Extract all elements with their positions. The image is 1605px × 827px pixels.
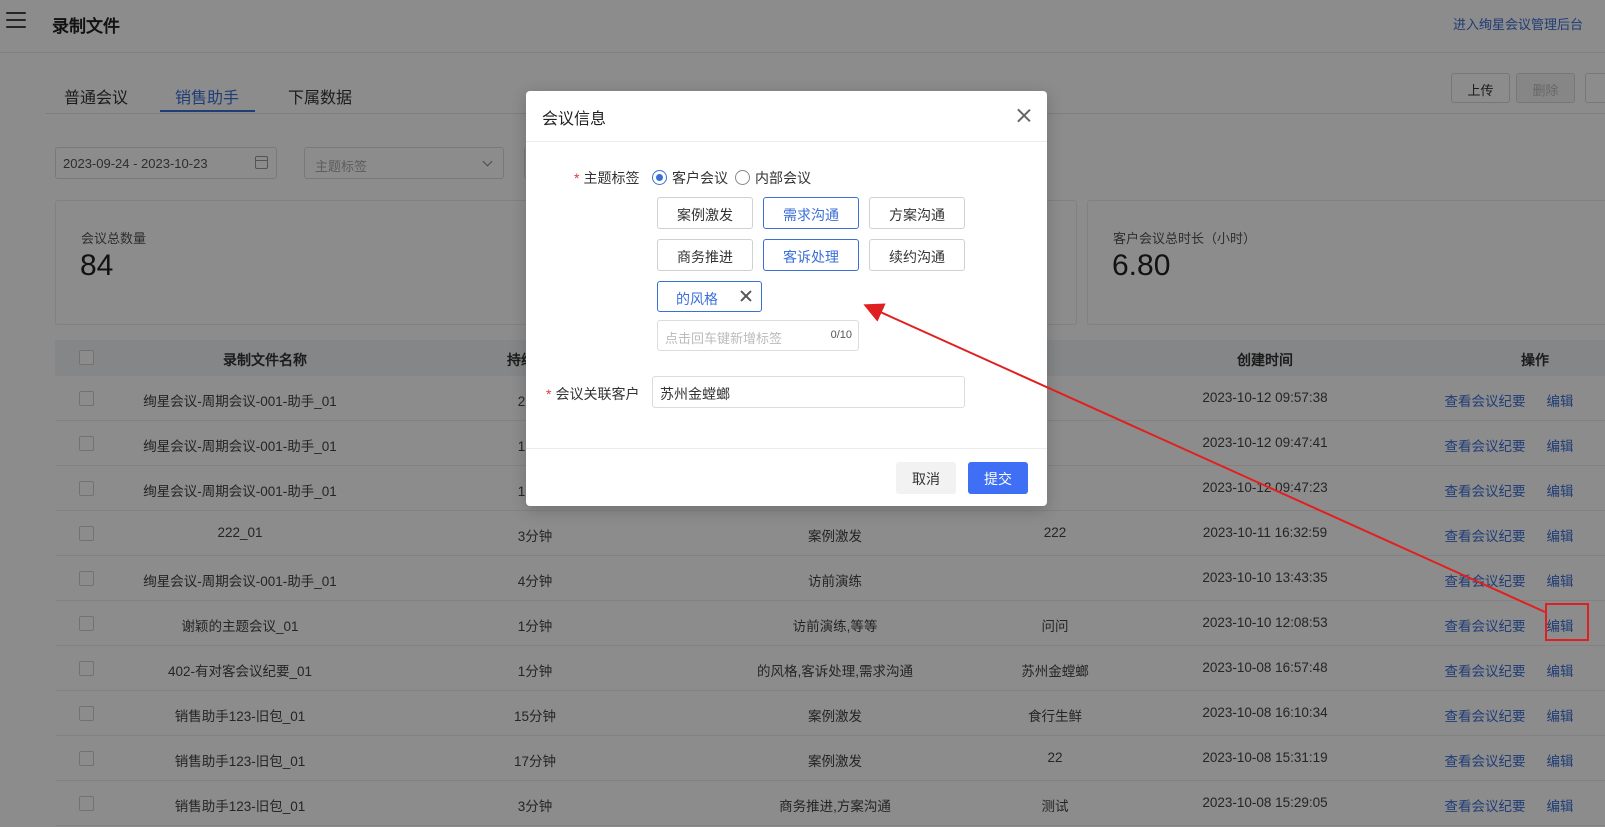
new-tag-placeholder: 点击回车键新增标签 bbox=[665, 331, 783, 346]
customer-label: * 会议关联客户 bbox=[546, 384, 639, 404]
dialog-header: 会议信息 bbox=[526, 91, 1047, 142]
tag-solution-communication[interactable]: 方案沟通 bbox=[869, 197, 965, 229]
customer-field[interactable]: 苏州金螳螂 bbox=[652, 376, 965, 408]
radio-customer-meeting[interactable]: 客户会议 bbox=[652, 168, 728, 188]
meeting-info-dialog: 会议信息 * 主题标签 客户会议 内部会议 案例激发 需求沟通 方案沟通 商务推进… bbox=[526, 91, 1047, 506]
custom-tag[interactable]: 的风格 bbox=[657, 281, 762, 312]
customer-label-text: 会议关联客户 bbox=[555, 386, 640, 402]
tag-char-counter: 0/10 bbox=[830, 329, 852, 341]
dialog-footer: 取消 提交 bbox=[526, 448, 1047, 506]
submit-button[interactable]: 提交 bbox=[968, 462, 1028, 494]
dialog-title: 会议信息 bbox=[542, 111, 607, 128]
radio-customer-label: 客户会议 bbox=[672, 170, 728, 186]
tag-business-advance[interactable]: 商务推进 bbox=[657, 239, 753, 271]
radio-checked-icon bbox=[652, 170, 667, 185]
custom-tag-label: 的风格 bbox=[676, 291, 718, 307]
topic-tag-label: * 主题标签 bbox=[574, 168, 639, 188]
tag-case-inspiration[interactable]: 案例激发 bbox=[657, 197, 753, 229]
new-tag-input[interactable]: 点击回车键新增标签 0/10 bbox=[657, 320, 859, 351]
radio-internal-label: 内部会议 bbox=[755, 170, 811, 186]
close-icon[interactable] bbox=[1016, 108, 1031, 123]
radio-internal-meeting[interactable]: 内部会议 bbox=[735, 168, 811, 188]
tag-needs-communication[interactable]: 需求沟通 bbox=[763, 197, 859, 229]
required-mark: * bbox=[546, 386, 552, 402]
annotation-highlight-box bbox=[1545, 603, 1589, 641]
topic-tag-label-text: 主题标签 bbox=[583, 170, 640, 186]
remove-tag-icon[interactable] bbox=[739, 289, 753, 303]
cancel-button[interactable]: 取消 bbox=[896, 462, 956, 494]
tag-complaint-handling[interactable]: 客诉处理 bbox=[763, 239, 859, 271]
required-mark: * bbox=[574, 170, 580, 186]
tag-renewal-communication[interactable]: 续约沟通 bbox=[869, 239, 965, 271]
radio-unchecked-icon bbox=[735, 170, 750, 185]
